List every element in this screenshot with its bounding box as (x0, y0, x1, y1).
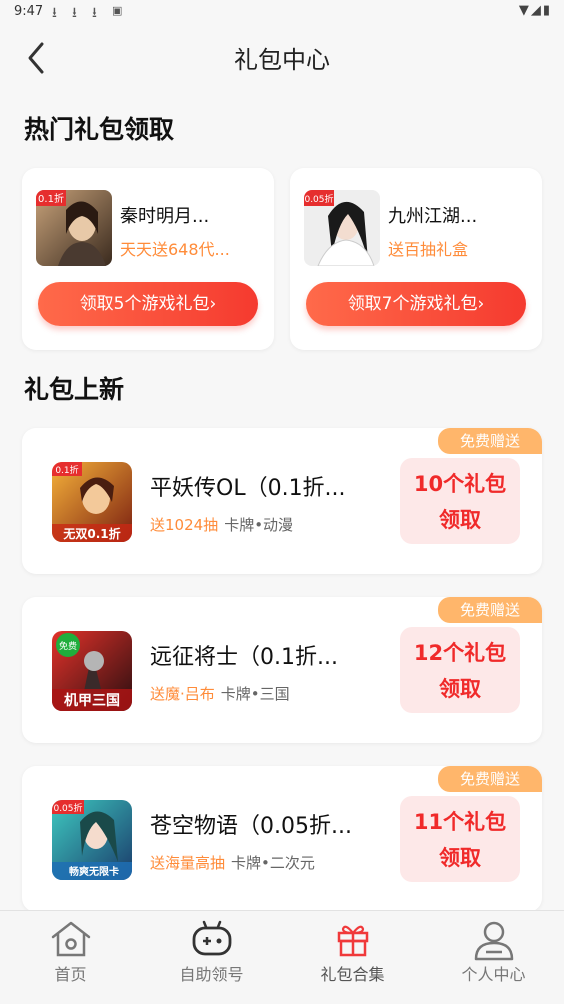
svg-text:0.1折: 0.1折 (38, 192, 64, 205)
signal-battery-icons: ▼◢▮ (518, 3, 552, 18)
free-gift-badge: 免费赠送 (438, 766, 542, 792)
user-icon (472, 919, 516, 967)
game-category: 卡牌•三国 (220, 685, 290, 703)
svg-text:机甲三国: 机甲三国 (64, 692, 120, 709)
gift-desc: 送海量高抽 (150, 854, 226, 872)
game-thumbnail: 0.05折 (304, 190, 380, 266)
claim-gifts-button[interactable]: 领取5个游戏礼包› (38, 282, 258, 326)
game-category: 卡牌•动漫 (224, 516, 294, 534)
svg-text:0.05折: 0.05折 (53, 802, 82, 814)
game-name: 秦时明月... (120, 206, 210, 227)
game-tags: 送海量高抽 卡牌•二次元 (150, 852, 315, 873)
hot-gift-card[interactable]: 0.05折 九州江湖... 送百抽礼盒 领取7个游戏礼包› (290, 168, 542, 350)
svg-text:免费: 免费 (59, 640, 77, 652)
bottom-tab-bar: 首页 自助领号 礼包合集 个人中心 (0, 910, 564, 1004)
tab-self-service[interactable]: 自助领号 (141, 911, 282, 1004)
svg-text:0.1折: 0.1折 (55, 464, 78, 476)
download-icon: ⭳ (52, 5, 57, 21)
download-icon: ⭳ (92, 5, 97, 21)
claim-gift-button[interactable]: 10个礼包 领取 (400, 458, 520, 544)
game-thumbnail: 0.05折 畅爽无限卡 (52, 800, 132, 880)
status-time: 9:47 (14, 4, 44, 19)
svg-text:畅爽无限卡: 畅爽无限卡 (69, 865, 119, 878)
free-gift-badge: 免费赠送 (438, 597, 542, 623)
tab-gift-collection[interactable]: 礼包合集 (282, 911, 423, 1004)
gift-desc: 送魔·吕布 (150, 685, 215, 703)
status-bar: 9:47 ⭳ ⭳ ⭳ ▣ ▼◢▮ (0, 0, 564, 24)
new-gift-card[interactable]: 免费赠送 0.05折 畅爽无限卡 苍空物语（0.05折... 送海量高抽 卡牌•二… (22, 766, 542, 912)
page-title: 礼包中心 (234, 46, 330, 74)
gamepad-icon (190, 919, 234, 963)
game-gift-desc: 送百抽礼盒 (388, 240, 469, 259)
hot-section-title: 热门礼包领取 (24, 110, 174, 150)
game-gift-desc: 天天送648代... (120, 240, 230, 259)
new-gift-card[interactable]: 免费赠送 免费 机甲三国 远征将士（0.1折... 送魔·吕布 卡牌•三国 12个… (22, 597, 542, 743)
game-thumbnail: 0.1折 无双0.1折 (52, 462, 132, 542)
game-name: 九州江湖... (388, 206, 478, 227)
home-icon (49, 919, 93, 963)
game-thumbnail: 免费 机甲三国 (52, 631, 132, 711)
new-section-title: 礼包上新 (24, 370, 124, 410)
download-icon: ⭳ (72, 5, 77, 21)
tab-profile[interactable]: 个人中心 (423, 911, 564, 1004)
claim-gift-button[interactable]: 11个礼包 领取 (400, 796, 520, 882)
new-gift-card[interactable]: 免费赠送 0.1折 无双0.1折 平妖传OL（0.1折... 送1024抽 卡牌•… (22, 428, 542, 574)
game-thumbnail: 0.1折 (36, 190, 112, 266)
game-tags: 送魔·吕布 卡牌•三国 (150, 683, 290, 704)
claim-gift-button[interactable]: 12个礼包 领取 (400, 627, 520, 713)
gift-desc: 送1024抽 (150, 516, 219, 534)
svg-text:无双0.1折: 无双0.1折 (62, 526, 120, 541)
free-gift-badge: 免费赠送 (438, 428, 542, 454)
notification-icon: ▣ (112, 4, 123, 17)
game-name: 远征将士（0.1折... (150, 645, 338, 670)
tab-home[interactable]: 首页 (0, 911, 141, 1004)
nav-bar: 礼包中心 (0, 30, 564, 80)
game-name: 苍空物语（0.05折... (150, 814, 352, 839)
gift-icon (331, 919, 375, 963)
game-category: 卡牌•二次元 (231, 854, 315, 872)
svg-text:0.05折: 0.05折 (304, 193, 333, 205)
hot-gift-card[interactable]: 0.1折 秦时明月... 天天送648代... 领取5个游戏礼包› (22, 168, 274, 350)
game-name: 平妖传OL（0.1折... (150, 476, 346, 501)
game-tags: 送1024抽 卡牌•动漫 (150, 514, 293, 535)
claim-gifts-button[interactable]: 领取7个游戏礼包› (306, 282, 526, 326)
